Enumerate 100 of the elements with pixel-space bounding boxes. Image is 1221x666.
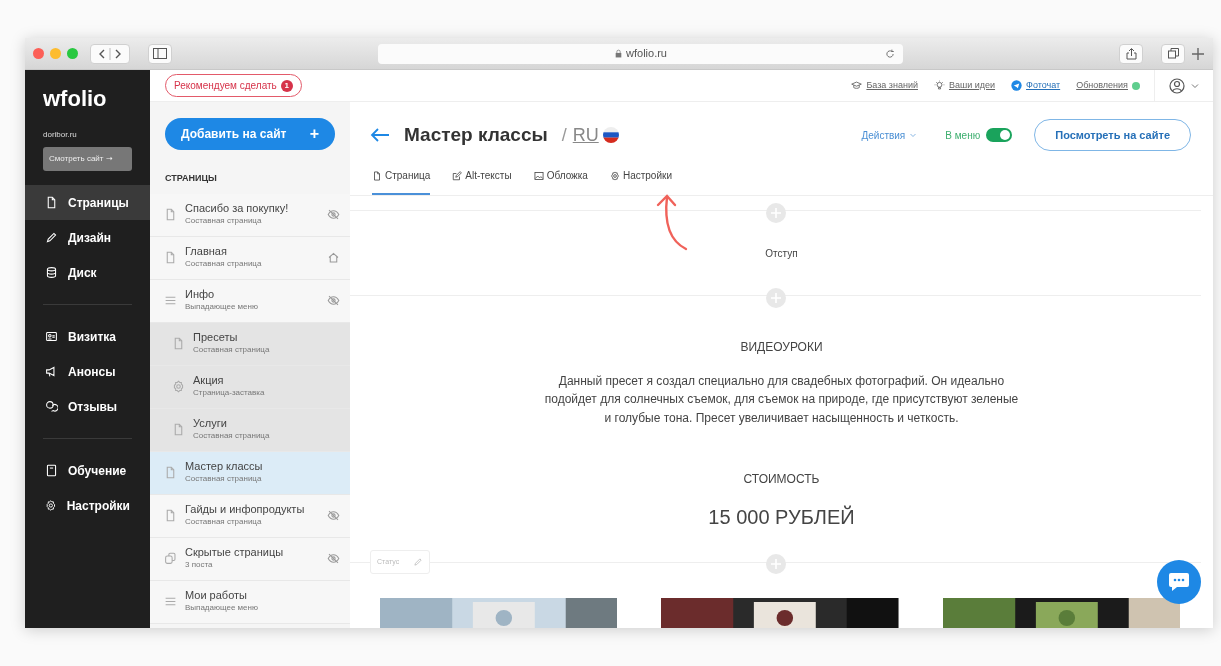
page-title: Акция	[193, 373, 225, 388]
page-type: Составная страница	[193, 344, 271, 357]
recommend-button[interactable]: Рекомендуем сделать 1	[165, 74, 302, 97]
user-icon	[1169, 77, 1185, 94]
chat-icon	[1168, 572, 1190, 592]
top-link[interactable]: Обновления	[1076, 78, 1140, 93]
page-title: Скрытые страницы	[185, 545, 285, 560]
section-heading: СТРАНИЦЫ	[164, 172, 218, 185]
nav-item[interactable]: Дизайн	[25, 220, 150, 255]
caret-icon	[909, 131, 918, 139]
nav-item[interactable]: Анонсы	[25, 354, 150, 389]
page-title: Инфо	[185, 287, 216, 302]
sidebar-icon	[153, 48, 167, 59]
lock-icon	[614, 49, 623, 58]
sidebar-toggle-button[interactable]	[148, 43, 172, 64]
tabs-icon	[1167, 48, 1179, 59]
page-type: 3 поста	[185, 559, 214, 572]
document-icon	[172, 423, 185, 436]
gear-icon	[45, 499, 57, 512]
nav-item[interactable]: Обучение	[25, 453, 150, 488]
edit-icon	[452, 170, 463, 181]
top-link[interactable]: Ваши идеи	[933, 78, 996, 93]
page-type: Составная страница	[185, 258, 263, 271]
menu-toggle-label: В меню	[945, 128, 981, 143]
page-title: Мастер классы	[404, 122, 548, 147]
nav-item[interactable]: Отзывы	[25, 389, 150, 424]
page-title: Главная	[185, 244, 228, 259]
top-link[interactable]: Фоточат	[1011, 78, 1061, 93]
nav-item[interactable]: Диск	[25, 255, 150, 290]
page-title: Гайды и инфопродукты	[185, 502, 306, 517]
document-icon	[172, 337, 185, 350]
send-icon	[1011, 80, 1023, 91]
logo[interactable]: wfolio	[25, 70, 150, 121]
window-control-icon[interactable]	[33, 48, 44, 59]
pen-icon	[45, 231, 58, 244]
chat-bubbles-icon	[45, 400, 58, 413]
document-icon	[164, 466, 177, 479]
tab[interactable]: Настройки	[609, 164, 672, 195]
spacer-label: Отступ	[764, 247, 799, 262]
page-title: Мои работы	[185, 588, 248, 603]
actions-dropdown[interactable]: Действия	[855, 126, 924, 144]
copies-icon	[164, 552, 177, 565]
chat-button[interactable]	[1157, 560, 1201, 604]
database-icon	[45, 266, 58, 279]
tab[interactable]: Обложка	[533, 164, 588, 195]
page-type: Выпадающее меню	[185, 301, 259, 314]
language-link[interactable]: RU	[572, 121, 599, 149]
notification-count: 1	[280, 79, 293, 92]
page-type: Составная страница	[185, 473, 263, 486]
document-icon	[372, 170, 382, 181]
gear-icon	[172, 380, 185, 393]
nav-item[interactable]: Страницы	[25, 185, 150, 220]
pencil-icon	[413, 556, 424, 567]
tab[interactable]: Страница	[372, 164, 431, 195]
address-bar[interactable]: wfolio.ru	[378, 43, 903, 64]
view-on-site-button[interactable]: Посмотреть на сайте	[1034, 119, 1191, 151]
back-forward-button[interactable]	[90, 43, 130, 64]
graduation-cap-icon	[851, 80, 863, 91]
tabs-button[interactable]	[1161, 43, 1185, 64]
reload-icon	[885, 48, 895, 59]
share-button[interactable]	[1119, 43, 1143, 64]
nav-item[interactable]: Настройки	[25, 488, 150, 523]
slash-separator: /	[561, 123, 567, 147]
description-text: Данный пресет я создал специально для свадебных фотографий. Он идеально подойдет для солнечных съемок, для съемок на природе, где присутствуют зеленые и голубые тона. Пресет увеличивает насыщенность и четкость.	[543, 372, 1020, 427]
status-dot-icon	[1132, 81, 1140, 90]
document-icon	[164, 251, 177, 264]
toggle-switch[interactable]	[986, 128, 1013, 142]
tab[interactable]: Alt-тексты	[452, 164, 512, 195]
new-tab-icon[interactable]	[1191, 46, 1205, 61]
price-text: 15 000 РУБЛЕЙ	[707, 504, 856, 530]
page-item[interactable]: Услуги Составная страница	[150, 408, 350, 452]
window-control-icon[interactable]	[67, 48, 78, 59]
page-item[interactable]: Акция Страница-заставка	[150, 365, 350, 409]
menu-icon	[164, 294, 177, 307]
add-to-site-button[interactable]: Добавить на сайт +	[165, 118, 335, 150]
share-icon	[1125, 47, 1137, 60]
page-item[interactable]: Мастер классы Составная страница	[150, 451, 350, 495]
document-icon	[45, 196, 58, 209]
lightbulb-icon	[933, 80, 945, 91]
page-item[interactable]: Пресеты Составная страница	[150, 322, 350, 366]
flag-icon	[602, 127, 619, 143]
page-title: Спасибо за покупку!	[185, 201, 290, 216]
site-domain: doribor.ru	[42, 129, 78, 141]
id-card-icon	[45, 330, 58, 343]
document-icon	[164, 509, 177, 522]
page-type: Составная страница	[185, 215, 263, 228]
megaphone-icon	[45, 365, 58, 378]
top-link[interactable]: База знаний	[851, 78, 918, 93]
caret-icon	[1191, 81, 1199, 90]
page-type: Страница-заставка	[193, 387, 266, 400]
nav-item[interactable]: Визитка	[25, 319, 150, 354]
gear-icon	[609, 170, 620, 181]
back-arrow-icon[interactable]	[370, 128, 390, 142]
page-title: Услуги	[193, 416, 228, 431]
image-icon	[533, 170, 544, 181]
url-text: wfolio.ru	[626, 46, 667, 62]
section-title: ВИДЕОУРОКИ	[739, 338, 824, 356]
view-site-button[interactable]: Смотреть сайт ➝	[43, 147, 132, 171]
menu-icon	[164, 595, 177, 608]
document-icon	[164, 208, 177, 221]
